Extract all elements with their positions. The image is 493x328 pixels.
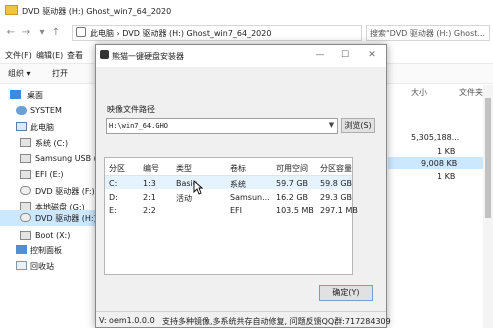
organize-button[interactable]: 组织 ▾ [8, 68, 31, 79]
desktop-icon [10, 90, 21, 99]
sidebar-item-dvd-h[interactable]: DVD 驱动器 (H:) [0, 210, 100, 226]
recycle-bin-icon [16, 261, 27, 270]
sidebar-item-samsung-usb[interactable]: Samsung USB (I [0, 151, 100, 167]
column-type[interactable]: 文件夹 [459, 87, 483, 98]
file-size: 1 KB [437, 172, 456, 181]
scrollbar-thumb[interactable] [485, 98, 491, 218]
user-folder-icon [16, 106, 27, 115]
forward-button[interactable]: → [20, 26, 32, 40]
table-cell: 活动 [176, 194, 192, 203]
sidebar-item-control-panel[interactable]: 控制面板 [0, 242, 100, 258]
column-size[interactable]: 大小 [411, 87, 427, 98]
file-size: 9,008 KB [421, 159, 458, 168]
table-cell: Samsun... [230, 193, 270, 202]
sidebar-item-system[interactable]: SYSTEM [0, 103, 100, 119]
address-text: 此电脑 › DVD 驱动器 (H:) Ghost_win7_64_2020 [90, 29, 272, 38]
image-path-value: H:\win7_64.GHO [109, 122, 169, 130]
table-cell: 59.8 GB [320, 179, 353, 188]
header-type[interactable]: 类型 [176, 163, 192, 174]
computer-icon [76, 27, 86, 37]
chevron-down-icon[interactable]: ▼ [327, 121, 336, 131]
table-cell: 29.3 GB [320, 193, 353, 202]
sidebar-item-efi[interactable]: EFI (E:) [0, 167, 100, 183]
window-title: DVD 驱动器 (H:) Ghost_win7_64_2020 [22, 7, 172, 16]
drive-icon [20, 154, 31, 163]
back-button[interactable]: ← [5, 26, 17, 40]
header-number[interactable]: 编号 [143, 163, 159, 174]
dvd-icon [20, 213, 31, 222]
table-cell: C: [109, 179, 118, 188]
sidebar-item-c-drive[interactable]: 系统 (C:) [0, 135, 100, 151]
table-cell: 297.1 MB [320, 206, 358, 215]
folder-icon [5, 5, 18, 15]
search-placeholder: 搜索"DVD 驱动器 (H:) Ghost... [370, 29, 486, 38]
ok-button[interactable]: 确定(Y) [319, 285, 373, 301]
browse-button[interactable]: 浏览(S) [341, 118, 375, 133]
menu-file[interactable]: 文件(F) [5, 50, 32, 61]
file-size: 5,305,188... [411, 133, 460, 142]
drive-icon [20, 170, 31, 179]
computer-icon [16, 122, 27, 131]
header-partition[interactable]: 分区 [109, 163, 125, 174]
table-cell: 系统 [230, 180, 246, 189]
open-button[interactable]: 打开 [52, 68, 68, 79]
sidebar-item-recycle-bin[interactable]: 回收站 [0, 258, 100, 274]
dvd-icon [20, 186, 31, 195]
table-cell: D: [109, 193, 118, 202]
table-cell: 1:3 [143, 179, 156, 188]
table-cell: 2:2 [143, 206, 156, 215]
mouse-cursor-icon [193, 180, 203, 195]
file-size: 1 KB [437, 147, 456, 156]
sidebar-item-dvd-f[interactable]: DVD 驱动器 (F:) [0, 183, 100, 199]
recent-dropdown-button[interactable]: ▾ [36, 26, 48, 40]
drive-icon [20, 138, 31, 147]
header-capacity[interactable]: 分区容量 [320, 163, 352, 174]
app-icon [100, 50, 109, 59]
table-cell: EFI [230, 206, 243, 215]
table-cell: 16.2 GB [276, 193, 309, 202]
close-button[interactable]: ✕ [366, 49, 378, 61]
image-path-label: 映像文件路径 [107, 105, 155, 114]
minimize-button[interactable]: — [314, 49, 326, 61]
menu-view[interactable]: 查看 [67, 50, 83, 61]
table-cell: 103.5 MB [276, 206, 314, 215]
status-message: 支持多种镜像,多系统共存自动修复, 问题反馈QQ群:717284309 [162, 317, 391, 326]
version-text: V: oem1.0.0.0 [99, 316, 155, 325]
menu-edit[interactable]: 编辑(E) [36, 50, 63, 61]
up-button[interactable]: ↑ [50, 26, 62, 40]
control-panel-icon [16, 245, 27, 254]
drive-icon [20, 231, 31, 240]
header-label[interactable]: 卷标 [230, 163, 246, 174]
header-free[interactable]: 可用空间 [276, 163, 308, 174]
maximize-button[interactable]: ☐ [339, 49, 351, 61]
table-cell: 2:1 [143, 193, 156, 202]
dialog-title: 熊猫一键硬盘安装器 [112, 52, 184, 61]
sidebar-item-desktop[interactable]: 桌面 [0, 87, 100, 103]
sidebar-item-this-pc[interactable]: 此电脑 [0, 119, 100, 135]
table-cell: E: [109, 206, 117, 215]
table-cell: 59.7 GB [276, 179, 309, 188]
